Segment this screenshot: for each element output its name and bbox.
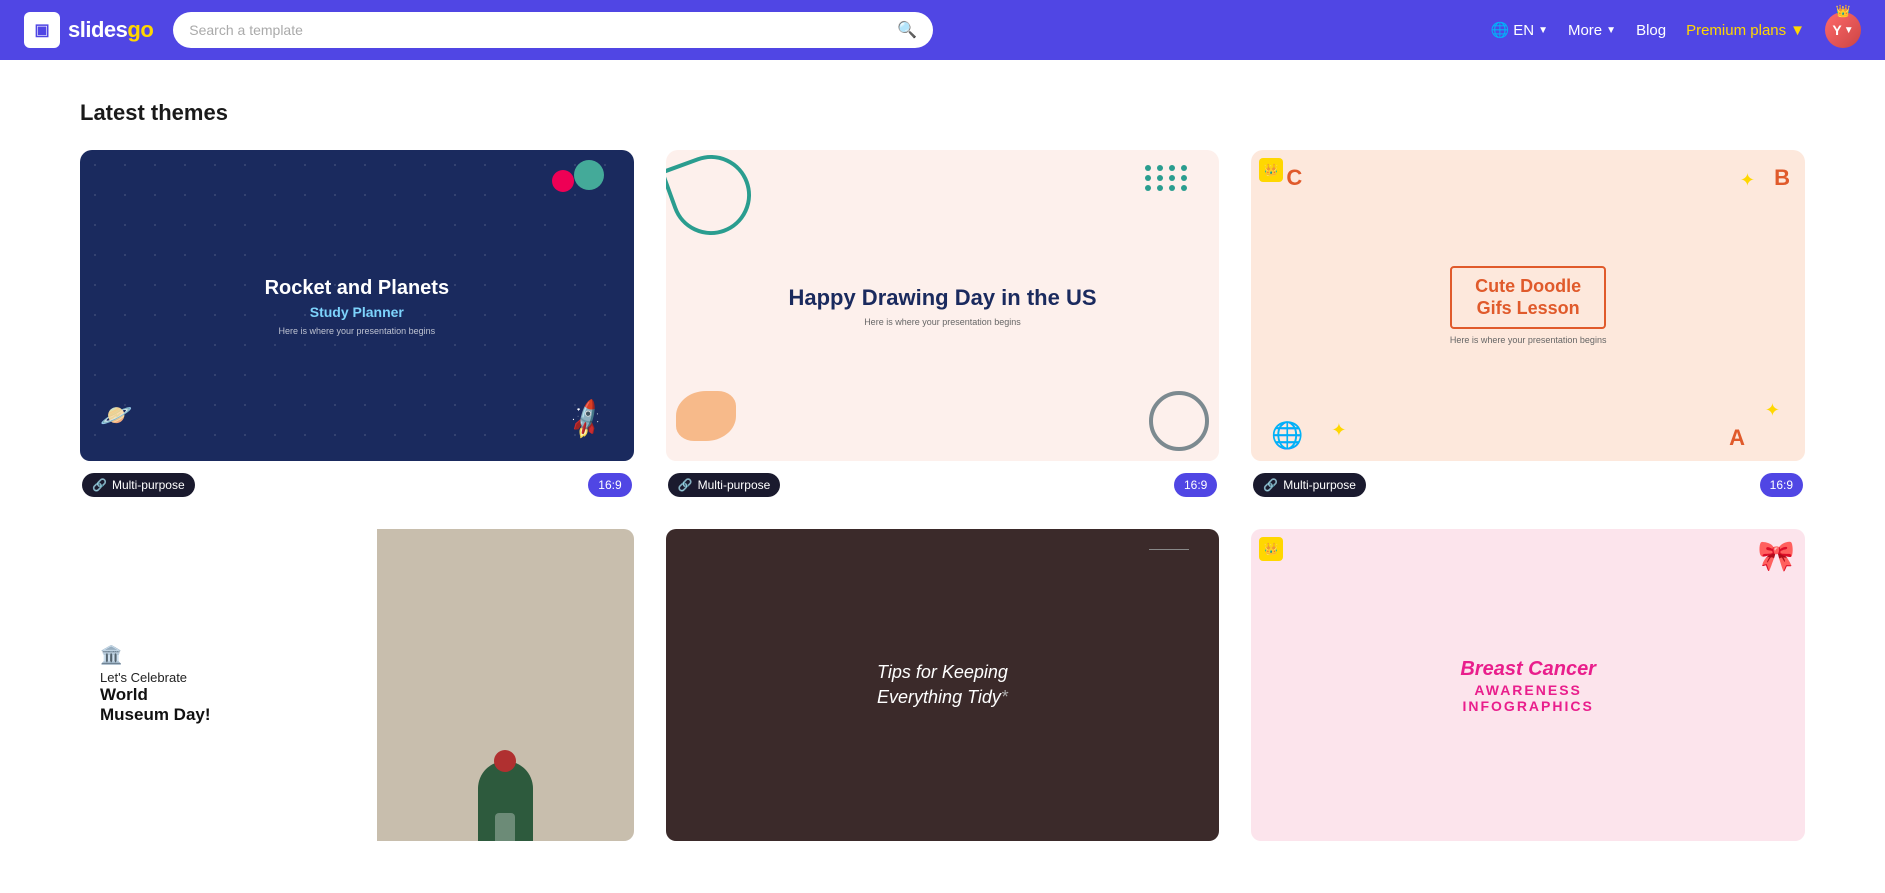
header: ▣ slidesgo 🔍 🌐 EN ▼ More ▼ Blog Premium … — [0, 0, 1885, 60]
logo-text: slidesgo — [68, 17, 153, 43]
link-icon: 🔗 — [678, 478, 693, 492]
avatar[interactable]: 👑 Y ▼ — [1825, 12, 1861, 48]
link-icon: 🔗 — [1263, 478, 1278, 492]
main-content: Latest themes 🪐 🚀 Rocket and Planets Stu… — [0, 60, 1885, 893]
arch-ball — [494, 750, 516, 772]
logo-icon: ▣ — [24, 12, 60, 48]
chevron-down-icon: ▼ — [1606, 25, 1616, 36]
planet-blue: 🪐 — [100, 400, 132, 431]
language-label: EN — [1513, 22, 1534, 39]
search-input[interactable] — [189, 22, 889, 38]
crown-icon: 👑 — [1836, 4, 1851, 18]
multipurpose-tag: 🔗 Multi-purpose — [82, 473, 195, 497]
card-title-line1: Breast Cancer — [1460, 656, 1596, 682]
premium-plans-link[interactable]: Premium plans ▼ — [1686, 22, 1805, 39]
card-thumbnail: 👑 🎀 Breast Cancer AWARENESSINFOGRAPHICS — [1251, 529, 1805, 840]
themes-grid-row2: 🏛️ Let's Celebrate WorldMuseum Day! — [80, 529, 1805, 852]
planet-green — [574, 160, 604, 190]
section-title: Latest themes — [80, 100, 1805, 126]
search-icon: 🔍 — [897, 20, 917, 40]
letter-b: B — [1774, 165, 1790, 191]
search-bar[interactable]: 🔍 — [173, 12, 933, 48]
card-meta: 🔗 Multi-purpose 16:9 — [1251, 473, 1805, 497]
premium-badge: 👑 — [1259, 537, 1283, 561]
dots-decoration — [1145, 165, 1189, 191]
star-decoration: ✦ — [1765, 400, 1780, 421]
card-title-line2: AWARENESSINFOGRAPHICS — [1460, 682, 1596, 714]
card-tagline: Here is where your presentation begins — [265, 326, 450, 336]
card-title: Rocket and Planets — [265, 276, 450, 300]
line-decoration — [1149, 549, 1189, 550]
teal-doodle — [666, 150, 762, 246]
ribbon-icon: 🎀 — [1758, 539, 1795, 574]
card-title: WorldMuseum Day! — [100, 685, 357, 726]
card-tagline: Here is where your presentation begins — [1450, 335, 1607, 345]
logo[interactable]: ▣ slidesgo — [24, 12, 153, 48]
chevron-down-icon: ▼ — [1844, 25, 1854, 36]
planet-red — [552, 170, 574, 192]
language-selector[interactable]: 🌐 EN ▼ — [1491, 21, 1548, 39]
arch-vase — [495, 813, 515, 841]
theme-card-breast-cancer[interactable]: 👑 🎀 Breast Cancer AWARENESSINFOGRAPHICS — [1251, 529, 1805, 852]
chevron-down-icon: ▼ — [1790, 22, 1805, 39]
card-title: Tips for KeepingEverything Tidy* — [877, 660, 1008, 710]
card-thumbnail: 🏛️ Let's Celebrate WorldMuseum Day! — [80, 529, 634, 840]
more-label: More — [1568, 22, 1602, 39]
chevron-down-icon: ▼ — [1538, 25, 1548, 36]
arch-figure — [478, 761, 533, 841]
card-meta: 🔗 Multi-purpose 16:9 — [666, 473, 1220, 497]
card-meta: 🔗 Multi-purpose 16:9 — [80, 473, 634, 497]
card-title: Cute DoodleGifs Lesson — [1450, 266, 1607, 329]
letter-c: C — [1286, 165, 1302, 191]
ratio-tag: 16:9 — [588, 473, 631, 497]
multipurpose-tag: 🔗 Multi-purpose — [1253, 473, 1366, 497]
globe-icon: 🌐 — [1491, 21, 1510, 39]
card-subtitle: Study Planner — [265, 304, 450, 320]
star-decoration: ✦ — [1331, 420, 1346, 441]
ratio-tag: 16:9 — [1760, 473, 1803, 497]
peach-shape — [676, 391, 736, 441]
theme-card-rocket-planets[interactable]: 🪐 🚀 Rocket and Planets Study Planner Her… — [80, 150, 634, 497]
themes-grid-row1: 🪐 🚀 Rocket and Planets Study Planner Her… — [80, 150, 1805, 497]
card-title-prefix: Let's Celebrate — [100, 670, 357, 685]
blog-link[interactable]: Blog — [1636, 22, 1666, 39]
letter-a: A — [1729, 425, 1745, 451]
theme-card-keeping-tidy[interactable]: Tips for KeepingEverything Tidy* — [666, 529, 1220, 852]
header-nav: 🌐 EN ▼ More ▼ Blog Premium plans ▼ 👑 Y ▼ — [1491, 12, 1861, 48]
premium-badge: 👑 — [1259, 158, 1283, 182]
swirl-doodle — [1149, 391, 1209, 451]
multipurpose-tag: 🔗 Multi-purpose — [668, 473, 781, 497]
card-title: Happy Drawing Day in the US — [788, 285, 1096, 311]
ratio-tag: 16:9 — [1174, 473, 1217, 497]
card-thumbnail: 🪐 🚀 Rocket and Planets Study Planner Her… — [80, 150, 634, 461]
museum-icon: 🏛️ — [100, 645, 357, 666]
more-menu[interactable]: More ▼ — [1568, 22, 1616, 39]
theme-card-cute-doodle[interactable]: 👑 C B A 🌐 ✦ ✦ ✦ Cute DoodleGifs Lesson H… — [1251, 150, 1805, 497]
card-thumbnail: 👑 C B A 🌐 ✦ ✦ ✦ Cute DoodleGifs Lesson H… — [1251, 150, 1805, 461]
card-tagline: Here is where your presentation begins — [788, 317, 1096, 327]
card-thumbnail: Happy Drawing Day in the US Here is wher… — [666, 150, 1220, 461]
card-thumbnail: Tips for KeepingEverything Tidy* — [666, 529, 1220, 840]
theme-card-happy-drawing[interactable]: Happy Drawing Day in the US Here is wher… — [666, 150, 1220, 497]
avatar-initial: Y — [1832, 22, 1841, 38]
star-decoration: ✦ — [1740, 170, 1755, 191]
link-icon: 🔗 — [92, 478, 107, 492]
globe-icon: 🌐 — [1271, 420, 1303, 451]
theme-card-museum-day[interactable]: 🏛️ Let's Celebrate WorldMuseum Day! — [80, 529, 634, 852]
